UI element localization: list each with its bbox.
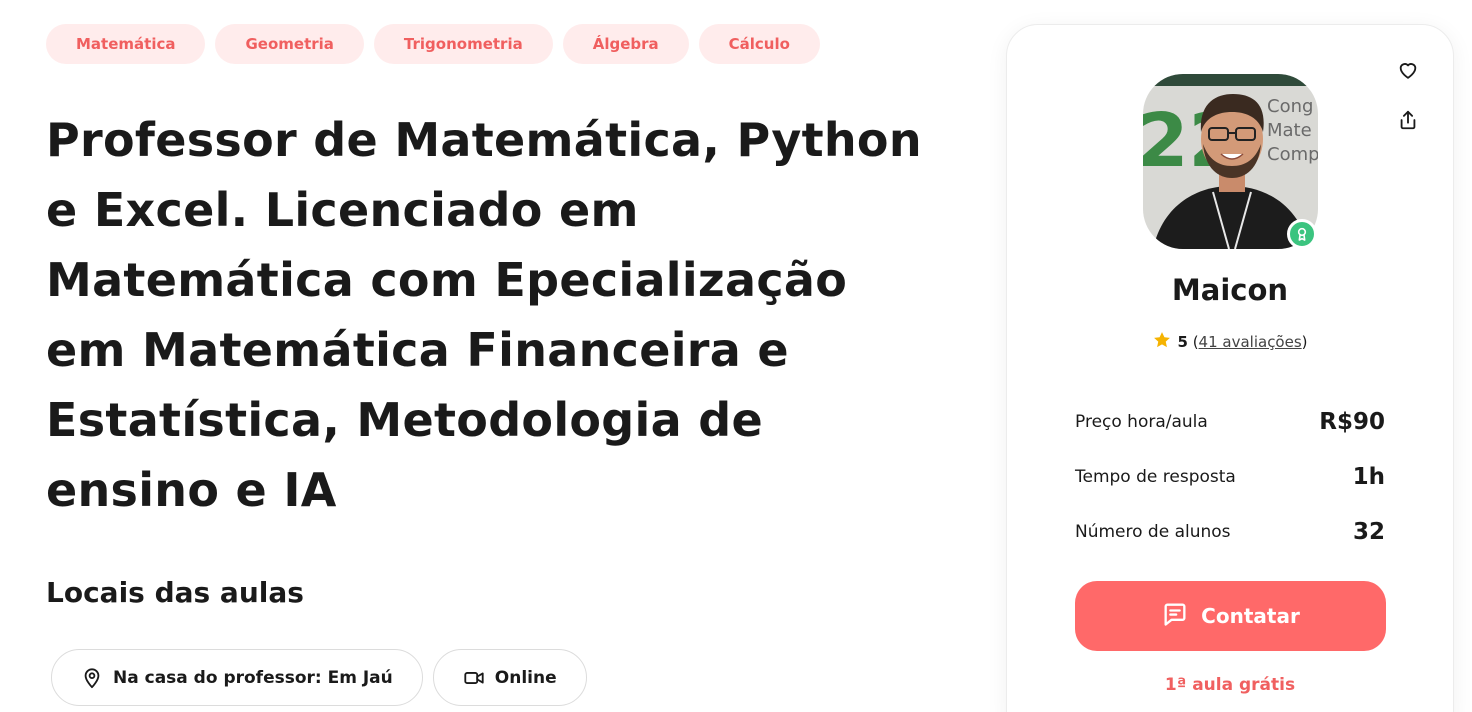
stat-students-label: Número de alunos [1075,522,1231,542]
avatar-backdrop-line-3: Compu [1267,144,1318,165]
free-lesson-note: 1ª aula grátis [1164,675,1296,695]
subject-tags: Matemática Geometria Trigonometria Álgeb… [46,24,820,64]
location-teacher-home-label: Na casa do professor: Em Jaú [113,667,393,688]
verified-badge-icon [1287,219,1317,249]
rating: 5 (41 avaliações) [1007,330,1453,354]
location-online[interactable]: Online [432,649,587,706]
video-camera-icon [463,667,485,689]
stat-students: Número de alunos 32 [1075,519,1385,545]
teacher-name: Maicon [1171,273,1289,307]
reviews-link[interactable]: 41 avaliações [1199,333,1302,351]
tag-geometria[interactable]: Geometria [215,24,364,64]
tag-trigonometria[interactable]: Trigonometria [373,24,553,64]
avatar-backdrop-line-2: Mate [1267,120,1312,141]
locations-list: Na casa do professor: Em Jaú Online [51,649,587,706]
chat-bubble-icon [1161,600,1189,633]
stat-price-value: R$90 [1319,409,1385,435]
share-icon[interactable] [1395,107,1421,133]
contact-button-label: Contatar [1201,604,1300,628]
listing-title: Professor de Matemática, Python e Excel.… [46,113,922,517]
stat-students-value: 32 [1352,519,1385,545]
map-pin-icon [81,667,103,689]
rating-paren-close: ) [1301,333,1308,351]
location-teacher-home[interactable]: Na casa do professor: Em Jaú [51,649,423,706]
contact-button[interactable]: Contatar [1075,581,1386,651]
avatar-backdrop-line-1: Cong [1267,96,1313,117]
rating-score: 5 [1177,333,1188,351]
tag-algebra[interactable]: Álgebra [562,24,689,64]
stat-response-time-label: Tempo de resposta [1075,467,1236,487]
star-icon [1152,330,1172,354]
stat-price-label: Preço hora/aula [1075,412,1208,432]
favorite-heart-icon[interactable] [1395,57,1421,83]
locations-heading: Locais das aulas [46,576,304,609]
stat-response-time-value: 1h [1352,464,1385,490]
stat-price: Preço hora/aula R$90 [1075,409,1385,435]
profile-card: 22 Cong Mate Compu [1006,24,1454,712]
tag-matematica[interactable]: Matemática [46,24,206,64]
tag-calculo[interactable]: Cálculo [698,24,820,64]
stat-response-time: Tempo de resposta 1h [1075,464,1385,490]
location-online-label: Online [494,667,557,688]
